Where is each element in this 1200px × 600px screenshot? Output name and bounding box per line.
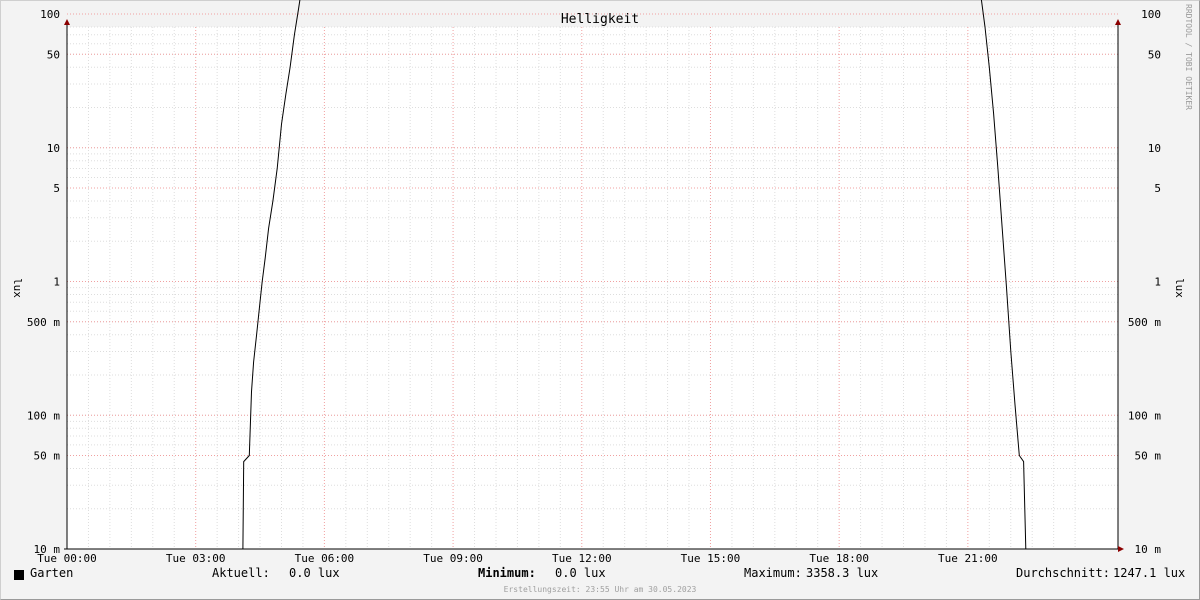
y-axis-label-left: lux: [11, 278, 24, 298]
y-tick-label-left: 500 m: [27, 316, 60, 329]
x-tick-label: Tue 00:00: [37, 552, 97, 565]
legend-max-value: 3358.3 lux: [806, 566, 879, 580]
legend-min-value: 0.0 lux: [555, 566, 606, 580]
legend-current-value: 0.0 lux: [289, 566, 340, 580]
y-axis-label-right: lux: [1173, 278, 1186, 298]
chart-title: Helligkeit: [561, 12, 639, 27]
y-tick-label-right: 100: [1141, 8, 1161, 21]
y-tick-label-left: 100 m: [27, 409, 60, 422]
y-tick-label-left: 100: [40, 8, 60, 21]
y-axis-arrow-right-icon: [1115, 19, 1121, 25]
legend-avg-value: 1247.1 lux: [1113, 566, 1186, 580]
y-tick-label-right: 5: [1154, 182, 1161, 195]
y-axis-arrow-left-icon: [64, 19, 70, 25]
y-tick-label-left: 1: [53, 276, 60, 289]
y-tick-label-right: 10 m: [1135, 543, 1162, 556]
y-tick-label-left: 10: [47, 142, 60, 155]
legend-min-label: Minimum:: [478, 566, 536, 580]
x-axis-arrow-icon: [1118, 546, 1124, 552]
y-tick-label-right: 1: [1154, 276, 1161, 289]
legend-avg-label: Durchschnitt:: [1016, 566, 1110, 580]
y-tick-label-right: 10: [1148, 142, 1161, 155]
x-tick-label: Tue 15:00: [681, 552, 741, 565]
y-tick-label-left: 50 m: [34, 450, 61, 463]
x-tick-label: Tue 18:00: [809, 552, 869, 565]
legend-current-label: Aktuell:: [212, 566, 270, 580]
x-tick-label: Tue 12:00: [552, 552, 612, 565]
footer-timestamp: Erstellungszeit: 23:55 Uhr am 30.05.2023: [503, 585, 697, 594]
x-tick-label: Tue 06:00: [295, 552, 355, 565]
x-tick-label: Tue 21:00: [938, 552, 998, 565]
y-tick-label-right: 100 m: [1128, 409, 1161, 422]
y-tick-label-right: 500 m: [1128, 316, 1161, 329]
x-tick-label: Tue 03:00: [166, 552, 226, 565]
x-tick-label: Tue 09:00: [423, 552, 483, 565]
legend-max-label: Maximum:: [744, 566, 802, 580]
y-tick-label-right: 50: [1148, 48, 1161, 61]
y-tick-label-left: 5: [53, 182, 60, 195]
brightness-chart: Helligkeit lux lux RRDTOOL / TOBI OETIKE…: [11, 0, 1193, 565]
rrdtool-watermark: RRDTOOL / TOBI OETIKER: [1184, 4, 1193, 110]
legend: Garten Aktuell: 0.0 lux Minimum: 0.0 lux…: [0, 566, 1200, 586]
y-tick-label-right: 50 m: [1135, 450, 1162, 463]
legend-series-name: Garten: [30, 566, 74, 580]
y-tick-label-left: 50: [47, 48, 60, 61]
